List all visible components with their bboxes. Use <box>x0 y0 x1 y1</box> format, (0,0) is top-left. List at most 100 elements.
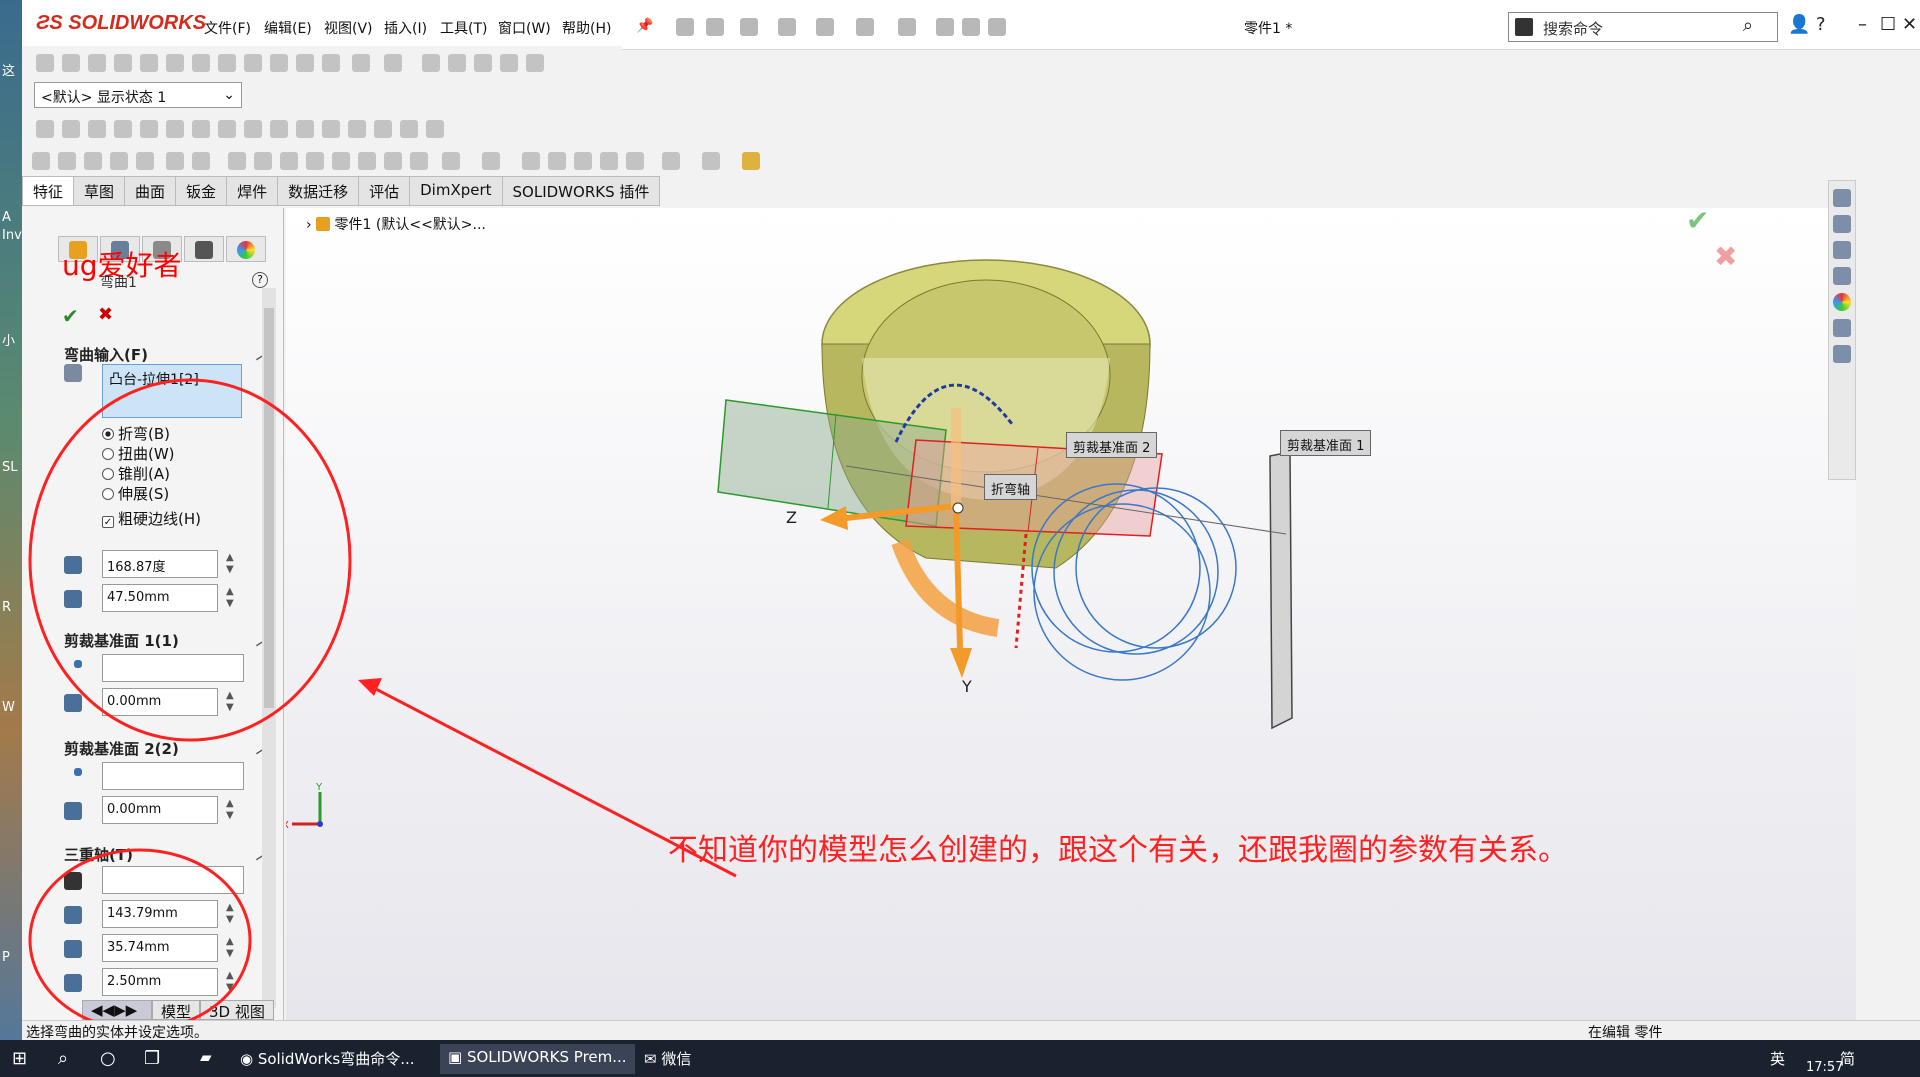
tool-icon[interactable] <box>574 152 592 170</box>
save-icon[interactable] <box>778 18 796 36</box>
tab-sheetmetal[interactable]: 钣金 <box>175 176 228 206</box>
panel-scrollbar[interactable] <box>262 288 276 1008</box>
design-library-icon[interactable] <box>1833 215 1851 233</box>
triad-y-spinner[interactable]: ▲ ▼ <box>226 936 240 960</box>
tab-3d-view[interactable]: 3D 视图 <box>200 1000 274 1021</box>
tool-icon[interactable] <box>270 54 288 72</box>
trim1-spinner[interactable]: ▲ ▼ <box>226 690 240 714</box>
menu-tools[interactable]: 工具(T) <box>440 18 487 38</box>
menu-help[interactable]: 帮助(H) <box>562 18 611 38</box>
trim-plane-1-label[interactable]: 剪裁基准面 1 <box>1280 430 1372 456</box>
tool-icon[interactable] <box>352 54 370 72</box>
search-input[interactable]: 搜索命令 ⌕ <box>1508 12 1778 42</box>
tool-icon[interactable] <box>192 54 210 72</box>
triad-x-spinner[interactable]: ▲ ▼ <box>226 902 240 926</box>
instant3d-icon[interactable] <box>742 152 760 170</box>
tool-icon[interactable] <box>522 152 540 170</box>
open-icon[interactable] <box>740 18 758 36</box>
tool-icon[interactable] <box>702 152 720 170</box>
tool-icon[interactable] <box>36 120 54 138</box>
tab-addins[interactable]: SOLIDWORKS 插件 <box>501 176 661 206</box>
tool-icon[interactable] <box>448 54 466 72</box>
radio-twist[interactable]: 扭曲(W) <box>102 443 175 464</box>
tab-evaluate[interactable]: 评估 <box>358 176 411 206</box>
radio-taper[interactable]: 锥削(A) <box>102 463 170 484</box>
trim-plane-1-distance[interactable]: 0.00mm <box>102 688 218 716</box>
menu-file[interactable]: 文件(F) <box>204 18 251 38</box>
tool-icon[interactable] <box>192 152 210 170</box>
tab-scroll-arrows[interactable]: ◀◀▶▶ <box>82 1000 152 1020</box>
tool-icon[interactable] <box>166 54 184 72</box>
section-bend-input[interactable]: 弯曲输入(F)︿ <box>64 344 274 365</box>
tool-icon[interactable] <box>322 120 340 138</box>
tool-icon[interactable] <box>36 54 54 72</box>
tool-icon[interactable] <box>426 120 444 138</box>
print-icon[interactable] <box>816 18 834 36</box>
tool-icon[interactable] <box>422 54 440 72</box>
trim-plane-2-selection[interactable] <box>102 762 244 790</box>
windows-start-icon[interactable]: ⊞ <box>12 1048 27 1069</box>
tool-icon[interactable] <box>32 152 50 170</box>
new-file-icon[interactable] <box>706 18 724 36</box>
home-icon[interactable] <box>676 18 694 36</box>
tool-icon[interactable] <box>548 152 566 170</box>
taskbar-item-wechat[interactable]: ✉ 微信 <box>644 1048 691 1069</box>
tool-icon[interactable] <box>84 152 102 170</box>
radius-spinner[interactable]: ▲ ▼ <box>226 586 240 610</box>
trim2-spinner[interactable]: ▲ ▼ <box>226 798 240 822</box>
bodies-selection-box[interactable]: 凸台-拉伸1[2] <box>102 364 242 418</box>
tool-icon[interactable] <box>482 152 500 170</box>
minimize-button[interactable]: – <box>1858 14 1867 35</box>
section-triad[interactable]: 三重轴(T)︿ <box>64 844 274 865</box>
angle-input[interactable]: 168.87度 <box>102 550 218 578</box>
tool-icon[interactable] <box>280 152 298 170</box>
tool-icon[interactable] <box>296 120 314 138</box>
ok-check-icon[interactable]: ✔ <box>62 304 79 328</box>
tool-icon[interactable] <box>218 120 236 138</box>
tool-icon[interactable] <box>358 152 376 170</box>
tool-icon[interactable] <box>384 54 402 72</box>
search-icon[interactable]: ⌕ <box>58 1048 68 1069</box>
help-icon[interactable]: ? <box>252 272 268 288</box>
menu-window[interactable]: 窗口(W) <box>498 18 551 38</box>
tool-icon[interactable] <box>228 152 246 170</box>
cortana-icon[interactable]: ○ <box>100 1048 116 1069</box>
menu-insert[interactable]: 插入(I) <box>384 18 427 38</box>
help-button[interactable]: ? <box>1816 14 1826 35</box>
maximize-button[interactable]: ☐ <box>1880 14 1896 35</box>
menu-view[interactable]: 视图(V) <box>324 18 373 38</box>
tool-icon[interactable] <box>58 152 76 170</box>
tool-icon[interactable] <box>62 120 80 138</box>
tool-icon[interactable] <box>442 152 460 170</box>
custom-properties-icon[interactable] <box>1833 319 1851 337</box>
tool-icon[interactable] <box>600 152 618 170</box>
display-state-dropdown[interactable]: <默认> 显示状态 1 ⌄ <box>34 82 242 108</box>
bend-axis-label[interactable]: 折弯轴 <box>984 474 1038 500</box>
section-trim-plane-2[interactable]: 剪裁基准面 2(2)︿ <box>64 738 274 759</box>
ime-mode[interactable]: 英 <box>1770 1048 1785 1069</box>
confirm-ok-icon[interactable]: ✔ <box>1686 208 1709 237</box>
file-explorer-icon[interactable] <box>1833 241 1851 259</box>
tool-icon[interactable] <box>526 54 544 72</box>
tab-model[interactable]: 模型 <box>152 1000 201 1021</box>
tab-sketch[interactable]: 草图 <box>73 176 126 206</box>
file-manager-icon[interactable]: ▰ <box>200 1048 212 1066</box>
tool-icon[interactable] <box>192 120 210 138</box>
view-palette-icon[interactable] <box>1833 267 1851 285</box>
rigid-edges-checkbox[interactable]: ✓ 粗硬边线(H) <box>102 508 201 529</box>
undo-icon[interactable] <box>856 18 874 36</box>
tab-dimxpert-manager[interactable] <box>184 236 224 262</box>
triad-z-spinner[interactable]: ▲ ▼ <box>226 970 240 994</box>
radius-input[interactable]: 47.50mm <box>102 584 218 612</box>
radio-stretch[interactable]: 伸展(S) <box>102 483 169 504</box>
tool-icon[interactable] <box>474 54 492 72</box>
tool-icon[interactable] <box>114 54 132 72</box>
triad-x-input[interactable]: 143.79mm <box>102 900 218 928</box>
tool-icon[interactable] <box>384 152 402 170</box>
appearances-icon[interactable] <box>1833 293 1851 311</box>
tool-icon[interactable] <box>332 152 350 170</box>
tool-icon[interactable] <box>254 152 272 170</box>
rebuild-icon[interactable] <box>936 18 954 36</box>
tool-icon[interactable] <box>500 54 518 72</box>
tool-icon[interactable] <box>306 152 324 170</box>
